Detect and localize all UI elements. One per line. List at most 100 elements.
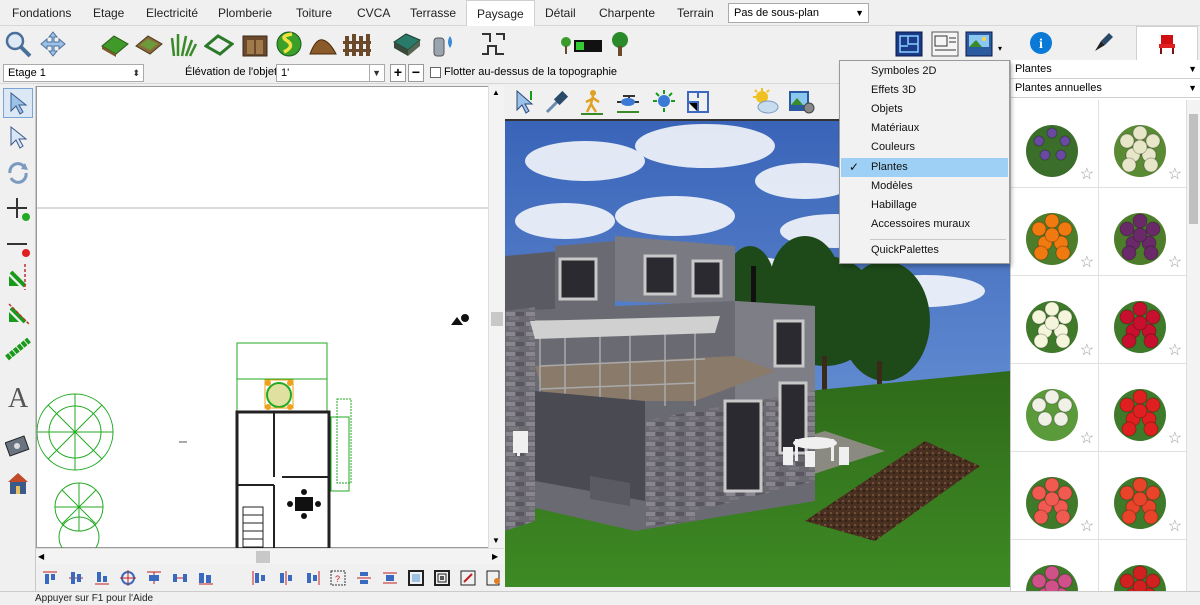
library-item[interactable]: ☆ bbox=[1011, 364, 1099, 452]
tab-terrasse[interactable]: Terrasse bbox=[400, 0, 466, 26]
sprinkler-icon[interactable] bbox=[428, 30, 458, 58]
plan-view-icon[interactable] bbox=[894, 30, 924, 58]
walkthrough-icon[interactable] bbox=[577, 88, 607, 116]
scroll-left-icon[interactable]: ◀ bbox=[38, 552, 44, 561]
tab-paysage[interactable]: Paysage bbox=[466, 0, 535, 27]
decrease-button[interactable]: − bbox=[408, 64, 424, 82]
space-center-icon[interactable] bbox=[276, 568, 296, 588]
library-item[interactable]: ☆ bbox=[1099, 452, 1187, 540]
grass-plant-icon[interactable] bbox=[168, 30, 198, 58]
chevron-down-icon[interactable]: ▼ bbox=[369, 65, 381, 81]
menu-item-accessoires-muraux[interactable]: Accessoires muraux bbox=[841, 215, 1008, 234]
more-tools-icon[interactable] bbox=[484, 568, 504, 588]
tab-detail[interactable]: Détail bbox=[535, 0, 586, 26]
pool-icon[interactable] bbox=[392, 30, 422, 58]
align-top-icon[interactable] bbox=[40, 568, 60, 588]
distribute-icon[interactable] bbox=[170, 568, 190, 588]
match-size-icon[interactable]: ? bbox=[328, 568, 348, 588]
subplan-select[interactable]: Pas de sous-plan ▼ bbox=[728, 3, 869, 23]
fence-icon[interactable] bbox=[342, 30, 372, 58]
terrain-mound-icon[interactable] bbox=[308, 30, 338, 58]
tab-cvca[interactable]: CVCA bbox=[347, 0, 400, 26]
menu-item-objets[interactable]: Objets bbox=[841, 100, 1008, 119]
break-line-icon[interactable] bbox=[3, 262, 33, 292]
favorite-star-icon[interactable]: ☆ bbox=[1168, 431, 1182, 447]
library-item[interactable]: ☆ bbox=[1011, 188, 1099, 276]
menu-item-habillage[interactable]: Habillage bbox=[841, 196, 1008, 215]
menu-item-symboles-2d[interactable]: Symboles 2D bbox=[841, 62, 1008, 81]
garden-border-icon[interactable] bbox=[204, 30, 234, 58]
library-browser-icon[interactable] bbox=[964, 30, 994, 58]
tab-terrain[interactable]: Terrain bbox=[667, 0, 724, 26]
align-v-center-icon[interactable] bbox=[380, 568, 400, 588]
align-left-icon[interactable] bbox=[144, 568, 164, 588]
tab-plomberie[interactable]: Plomberie bbox=[208, 0, 282, 26]
space-right-icon[interactable] bbox=[302, 568, 322, 588]
library-item[interactable]: ☆ bbox=[1011, 100, 1099, 188]
scroll-right-icon[interactable]: ▶ bbox=[492, 552, 498, 561]
nested-frame-icon[interactable] bbox=[432, 568, 452, 588]
library-item[interactable]: ☆ bbox=[1099, 100, 1187, 188]
change-line-icon[interactable] bbox=[3, 298, 33, 328]
delete-point-icon[interactable] bbox=[3, 230, 33, 260]
library-item[interactable]: ☆ bbox=[1099, 364, 1187, 452]
library-tab[interactable] bbox=[1136, 26, 1198, 60]
render-settings-icon[interactable] bbox=[787, 88, 817, 116]
plant-growth-slider[interactable] bbox=[556, 30, 632, 58]
tab-charpente[interactable]: Charpente bbox=[589, 0, 665, 26]
floor-select[interactable]: Etage 1 ⬍ bbox=[3, 64, 144, 82]
irrigation-path-icon[interactable] bbox=[478, 30, 508, 58]
favorite-star-icon[interactable]: ☆ bbox=[1168, 343, 1182, 359]
scroll-thumb[interactable] bbox=[256, 551, 270, 563]
shed-icon[interactable] bbox=[240, 30, 270, 58]
fly-over-icon[interactable] bbox=[613, 88, 643, 116]
favorite-star-icon[interactable]: ☆ bbox=[1080, 343, 1094, 359]
scroll-down-icon[interactable]: ▼ bbox=[492, 536, 500, 545]
library-item[interactable]: ☆ bbox=[1099, 188, 1187, 276]
floor-plan-3d-icon[interactable] bbox=[683, 88, 713, 116]
library-category-select[interactable]: Plantes ▼ bbox=[1011, 60, 1200, 79]
select-arrow-icon[interactable] bbox=[3, 88, 33, 118]
plan-vertical-scrollbar[interactable]: ▲ ▼ bbox=[488, 86, 504, 548]
plan-view[interactable] bbox=[36, 86, 504, 549]
edit-arrow-icon[interactable] bbox=[3, 122, 33, 152]
elevation-input[interactable]: 1' ▼ bbox=[276, 64, 385, 82]
favorite-star-icon[interactable]: ☆ bbox=[1080, 431, 1094, 447]
scroll-thumb[interactable] bbox=[491, 312, 503, 326]
favorite-star-icon[interactable]: ☆ bbox=[1168, 519, 1182, 535]
library-item[interactable]: ☆ bbox=[1011, 276, 1099, 364]
menu-item-effets-3d[interactable]: Effets 3D bbox=[841, 81, 1008, 100]
library-subcategory-select[interactable]: Plantes annuelles ▼ bbox=[1011, 79, 1200, 98]
layout-view-icon[interactable] bbox=[930, 30, 960, 58]
align-bottom-icon[interactable] bbox=[92, 568, 112, 588]
chevron-down-icon[interactable]: ▾ bbox=[998, 44, 1002, 53]
zoom-icon[interactable] bbox=[3, 30, 33, 58]
select-3d-icon[interactable] bbox=[509, 88, 539, 116]
plan-horizontal-scrollbar[interactable]: ◀ ▶ bbox=[36, 548, 504, 564]
favorite-star-icon[interactable]: ☆ bbox=[1168, 255, 1182, 271]
menu-item-plantes[interactable]: ✓ Plantes bbox=[841, 158, 1008, 177]
tab-etage[interactable]: Etage bbox=[83, 0, 134, 26]
tab-electricite[interactable]: Electricité bbox=[136, 0, 208, 26]
text-tool-icon[interactable]: A bbox=[3, 382, 33, 412]
sun-weather-icon[interactable] bbox=[751, 88, 781, 116]
tab-fondations[interactable]: Fondations bbox=[2, 0, 81, 26]
material-painter-tab[interactable] bbox=[1072, 26, 1134, 60]
menu-item-quickpalettes[interactable]: QuickPalettes bbox=[841, 241, 1008, 260]
add-point-icon[interactable] bbox=[3, 194, 33, 224]
menu-item-materiaux[interactable]: Matériaux bbox=[841, 119, 1008, 138]
library-item[interactable]: ☆ bbox=[1011, 452, 1099, 540]
house-view-icon[interactable] bbox=[3, 468, 33, 498]
pan-icon[interactable] bbox=[38, 30, 68, 58]
hedge-row-icon[interactable] bbox=[3, 334, 33, 364]
library-scrollbar[interactable] bbox=[1186, 100, 1200, 591]
align-right-icon[interactable] bbox=[196, 568, 216, 588]
center-object-icon[interactable] bbox=[118, 568, 138, 588]
favorite-star-icon[interactable]: ☆ bbox=[1080, 255, 1094, 271]
menu-item-couleurs[interactable]: Couleurs bbox=[841, 138, 1008, 157]
align-middle-icon[interactable] bbox=[66, 568, 86, 588]
scroll-thumb[interactable] bbox=[1189, 114, 1198, 224]
camera-icon[interactable] bbox=[3, 430, 33, 460]
menu-item-modeles[interactable]: Modèles bbox=[841, 177, 1008, 196]
scroll-up-icon[interactable]: ▲ bbox=[492, 88, 500, 97]
